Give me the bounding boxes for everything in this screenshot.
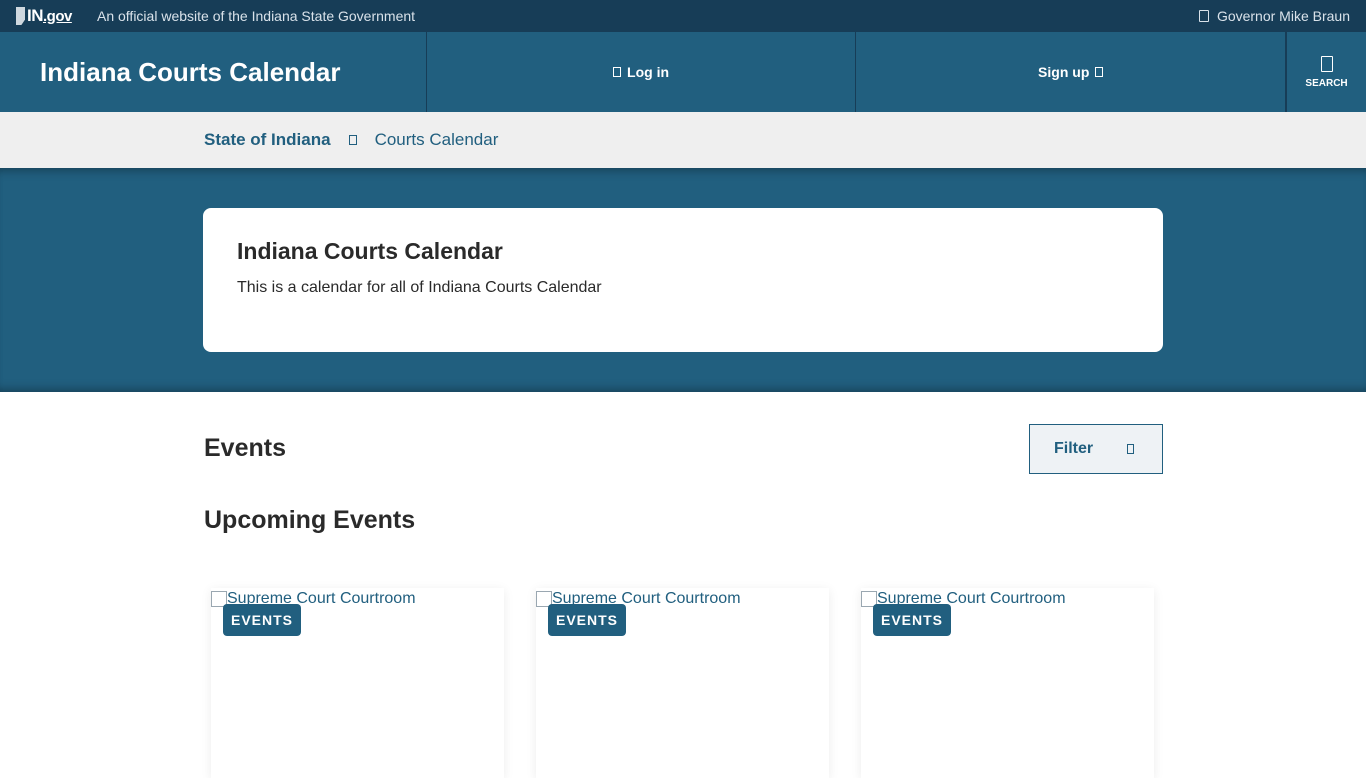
- official-website-text: An official website of the Indiana State…: [97, 8, 416, 24]
- event-card[interactable]: Supreme Court Courtroom EVENTS: [861, 588, 1154, 778]
- page-title: Indiana Courts Calendar: [237, 238, 503, 264]
- event-card[interactable]: Supreme Court Courtroom EVENTS: [211, 588, 504, 778]
- governor-label: Governor Mike Braun: [1216, 8, 1350, 24]
- signup-label: Sign up: [1038, 64, 1090, 80]
- in-gov-logo[interactable]: IN .gov: [16, 6, 72, 26]
- official-banner: IN .gov An official website of the India…: [0, 0, 1366, 32]
- event-tag: EVENTS: [223, 604, 302, 636]
- filter-label: Filter: [1054, 440, 1094, 457]
- login-label: Log in: [627, 64, 670, 80]
- filter-icon: [1127, 444, 1134, 454]
- governor-link[interactable]: Governor Mike Braun: [1198, 8, 1350, 24]
- search-icon: [1320, 55, 1333, 72]
- event-tag: EVENTS: [548, 604, 627, 636]
- governor-icon: [1198, 10, 1209, 22]
- page-description: This is a calendar for all of Indiana Co…: [237, 279, 602, 296]
- signup-icon: [1095, 67, 1104, 77]
- site-title[interactable]: Indiana Courts Calendar: [0, 32, 427, 112]
- site-header: Indiana Courts Calendar Log in Sign up S…: [0, 32, 1366, 112]
- breadcrumb-home-link[interactable]: State of Indiana: [204, 130, 331, 150]
- login-icon: [613, 67, 622, 77]
- hero-card: Indiana Courts Calendar This is a calend…: [203, 208, 1163, 352]
- upcoming-events-heading: Upcoming Events: [204, 506, 416, 534]
- filter-button[interactable]: Filter: [1029, 424, 1163, 474]
- event-tag: EVENTS: [873, 604, 952, 636]
- breadcrumb-separator-icon: [348, 135, 357, 145]
- event-card[interactable]: Supreme Court Courtroom EVENTS: [536, 588, 829, 778]
- logo-text: IN: [27, 6, 44, 25]
- search-label: SEARCH: [1305, 77, 1348, 89]
- indiana-state-icon: [16, 7, 25, 25]
- events-heading: Events: [204, 434, 286, 462]
- search-button[interactable]: SEARCH: [1286, 32, 1366, 112]
- logo-suffix: .gov: [43, 7, 72, 25]
- hero-section: Indiana Courts Calendar This is a calend…: [0, 168, 1366, 392]
- signup-button[interactable]: Sign up: [856, 32, 1287, 112]
- breadcrumb: State of Indiana Courts Calendar: [0, 112, 1366, 168]
- breadcrumb-current: Courts Calendar: [374, 130, 499, 149]
- login-button[interactable]: Log in: [427, 32, 857, 112]
